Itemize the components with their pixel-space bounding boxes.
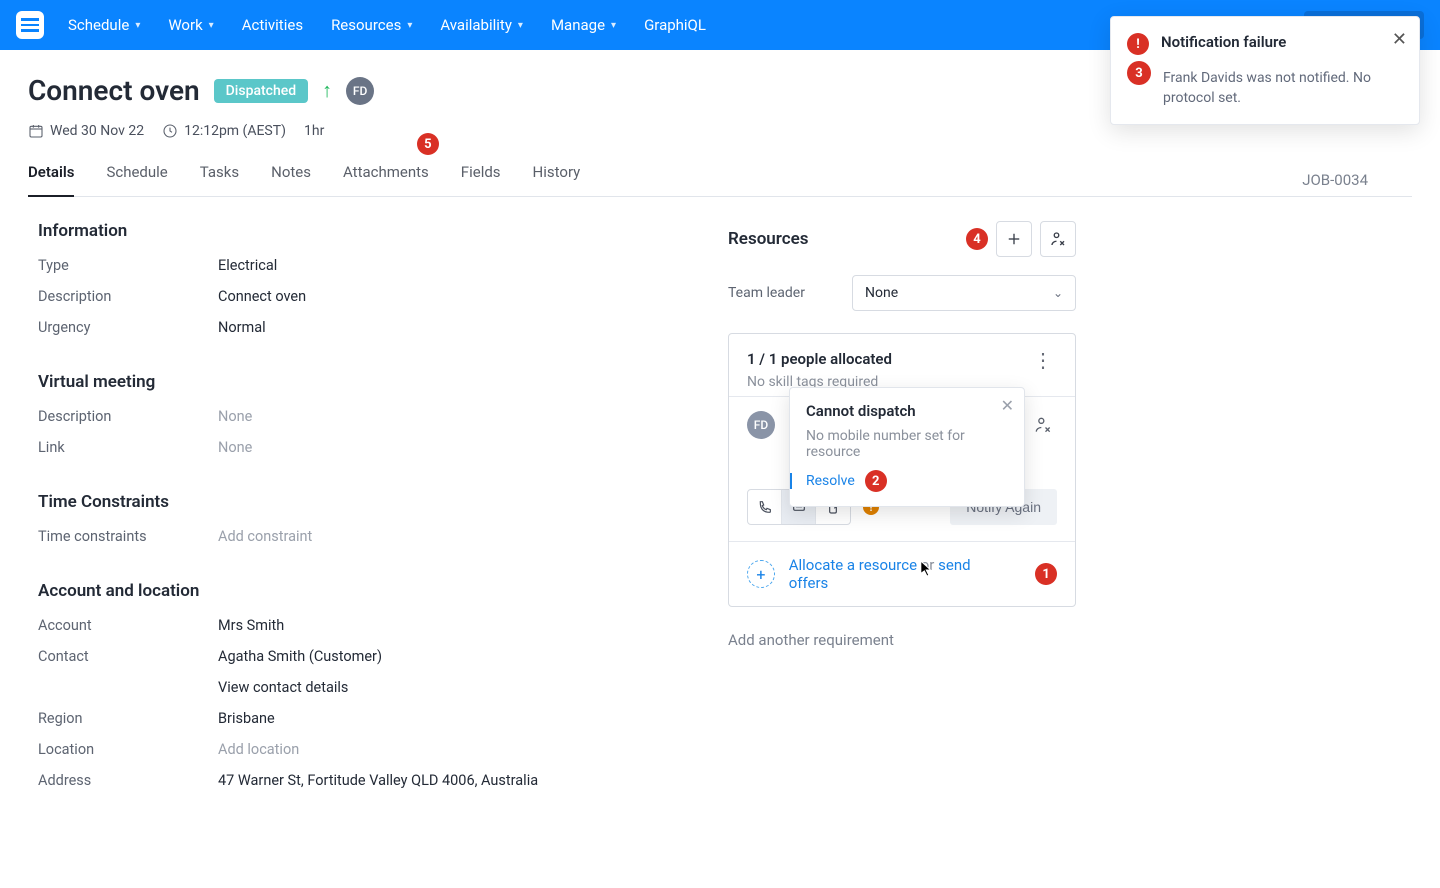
- chevron-down-icon: ▾: [135, 20, 140, 31]
- user-x-icon: [1049, 230, 1067, 248]
- details-column: Information TypeElectrical DescriptionCo…: [28, 221, 688, 825]
- tab-fields[interactable]: Fields: [461, 163, 501, 196]
- page-title: Connect oven: [28, 74, 200, 107]
- job-date: Wed 30 Nov 22: [28, 123, 144, 139]
- nav-schedule[interactable]: Schedule▾: [68, 16, 140, 34]
- chevron-down-icon: ▾: [518, 20, 523, 31]
- phone-icon[interactable]: [748, 490, 782, 524]
- tabs-row: Details Schedule Tasks Notes Attachments…: [28, 163, 1412, 197]
- add-requirement-link[interactable]: Add another requirement: [728, 631, 1076, 649]
- allocation-count: 1 / 1 people allocated: [747, 350, 892, 368]
- job-id: JOB-0034: [1302, 171, 1412, 189]
- marker-4: 4: [966, 228, 988, 250]
- tab-tasks[interactable]: Tasks: [200, 163, 239, 196]
- tab-details[interactable]: Details: [28, 163, 74, 197]
- close-icon[interactable]: ✕: [1392, 29, 1407, 50]
- tab-attachments[interactable]: Attachments 5: [343, 163, 429, 196]
- nav-graphiql[interactable]: GraphiQL: [644, 16, 706, 34]
- job-duration: 1hr: [304, 123, 324, 139]
- chevron-down-icon: ▾: [611, 20, 616, 31]
- more-menu-icon[interactable]: ⋮: [1029, 350, 1057, 370]
- status-badge: Dispatched: [214, 79, 308, 103]
- section-virtual-meeting: Virtual meeting: [38, 372, 688, 392]
- add-constraint-link[interactable]: Add constraint: [218, 528, 312, 545]
- nav-work[interactable]: Work▾: [168, 16, 213, 34]
- job-time: 12:12pm (AEST): [162, 123, 286, 139]
- job-meta: Wed 30 Nov 22 12:12pm (AEST) 1hr: [28, 123, 1412, 139]
- plus-icon: [1005, 230, 1023, 248]
- tab-history[interactable]: History: [533, 163, 581, 196]
- resource-avatar[interactable]: FD: [747, 411, 775, 439]
- remove-resource-button[interactable]: [1040, 221, 1076, 257]
- nav-manage[interactable]: Manage▾: [551, 16, 616, 34]
- chevron-down-icon: ▾: [209, 20, 214, 31]
- resolve-link[interactable]: Resolve: [790, 473, 855, 489]
- team-leader-select[interactable]: None ⌄: [852, 275, 1076, 311]
- cursor-icon: [920, 560, 934, 582]
- marker-1: 1: [1035, 563, 1057, 585]
- popup-body: No mobile number set for resource: [806, 428, 1008, 460]
- user-x-icon[interactable]: [1029, 411, 1057, 439]
- alert-icon: !: [1127, 33, 1149, 55]
- section-time-constraints: Time Constraints: [38, 492, 688, 512]
- add-allocation-button[interactable]: +: [747, 560, 775, 588]
- nav-activities[interactable]: Activities: [242, 16, 303, 34]
- clock-icon: [162, 123, 178, 139]
- chevron-down-icon: ⌄: [1053, 286, 1063, 300]
- resources-column: Resources 4 Team leader None ⌄: [728, 221, 1128, 825]
- section-information: Information: [38, 221, 688, 241]
- allocate-resource-link[interactable]: Allocate a resource: [789, 556, 917, 574]
- add-resource-button[interactable]: [996, 221, 1032, 257]
- nav-availability[interactable]: Availability▾: [440, 16, 523, 34]
- brand-logo[interactable]: [16, 11, 44, 39]
- chevron-down-icon: ▾: [407, 20, 412, 31]
- tab-notes[interactable]: Notes: [271, 163, 311, 196]
- resources-title: Resources: [728, 229, 809, 249]
- allocation-card: 1 / 1 people allocated No skill tags req…: [728, 333, 1076, 607]
- marker-2: 2: [865, 470, 887, 492]
- view-contact-details-link[interactable]: View contact details: [218, 679, 348, 696]
- toast-title: Notification failure: [1161, 33, 1286, 51]
- dispatch-popup: ✕ Cannot dispatch No mobile number set f…: [789, 387, 1025, 507]
- arrow-up-icon: ↑: [322, 78, 332, 103]
- nav-resources[interactable]: Resources▾: [331, 16, 412, 34]
- avatar[interactable]: FD: [346, 77, 374, 105]
- close-icon[interactable]: ✕: [1001, 396, 1014, 415]
- marker-3: 3: [1127, 61, 1151, 85]
- calendar-icon: [28, 123, 44, 139]
- tab-schedule[interactable]: Schedule: [106, 163, 167, 196]
- marker-5: 5: [417, 133, 439, 155]
- notification-toast: ✕ ! Notification failure 3 Frank Davids …: [1110, 16, 1420, 125]
- toast-body: Frank Davids was not notified. No protoc…: [1163, 69, 1403, 108]
- tabs: Details Schedule Tasks Notes Attachments…: [28, 163, 1302, 196]
- popup-title: Cannot dispatch: [806, 402, 1008, 420]
- add-location-link[interactable]: Add location: [218, 741, 299, 758]
- section-account-location: Account and location: [38, 581, 688, 601]
- allocate-row: + Allocate a resource or send offers 1: [729, 541, 1075, 606]
- team-leader-label: Team leader: [728, 285, 852, 301]
